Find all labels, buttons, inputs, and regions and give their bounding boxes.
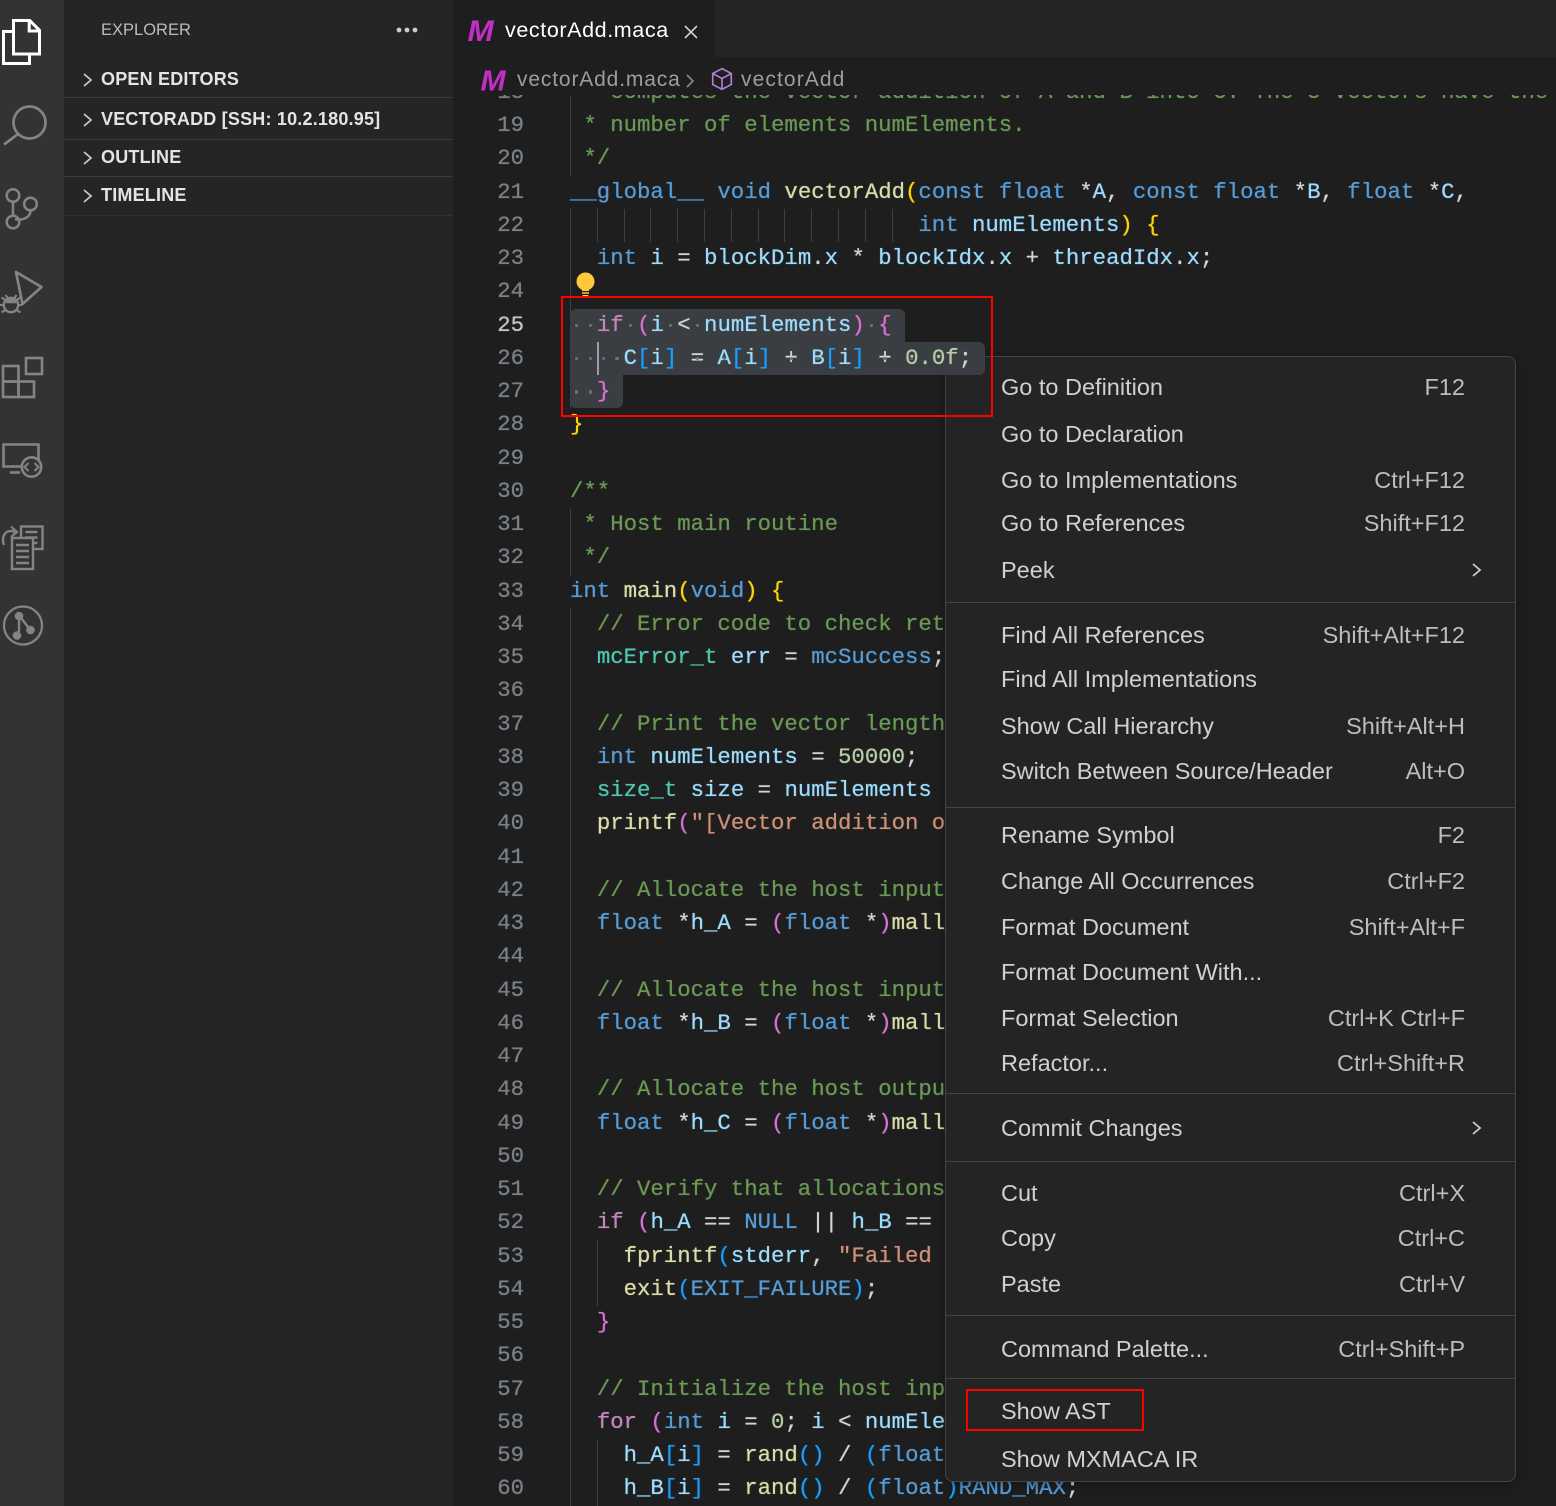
svg-text:M: M [468, 19, 495, 43]
svg-text:M: M [481, 69, 507, 93]
